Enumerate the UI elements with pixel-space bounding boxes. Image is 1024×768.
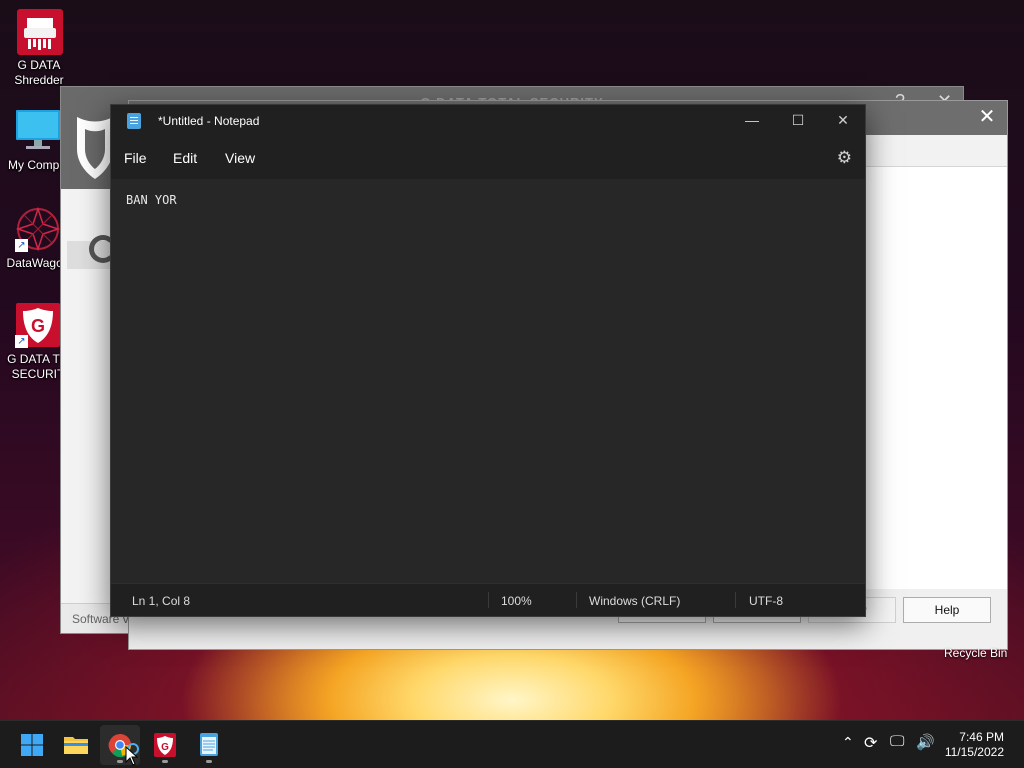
line-ending: Windows (CRLF) <box>589 594 681 608</box>
menu-file[interactable]: File <box>124 150 147 166</box>
status-separator <box>576 592 577 608</box>
clock-time: 7:46 PM <box>959 730 1004 744</box>
dialog-close-button[interactable]: ✕ <box>975 105 999 129</box>
volume-icon[interactable]: 🔊 <box>916 733 935 751</box>
notepad-window: *Untitled - Notepad — ☐ ✕ File Edit View… <box>110 104 866 617</box>
notepad-icon <box>200 733 218 756</box>
shortcut-arrow-icon: ↗ <box>15 335 28 348</box>
system-tray: ⌃ ⟳ 🖵 🔊 <box>838 721 938 768</box>
close-button[interactable]: ✕ <box>820 105 866 135</box>
editor-content: BAN YOR <box>126 193 177 207</box>
taskbar-clock[interactable]: 7:46 PM 11/15/2022 <box>945 730 1004 760</box>
show-hidden-icons-chevron-icon[interactable]: ⌃ <box>842 734 854 751</box>
gdata-sync-icon[interactable]: ⟳ <box>864 733 877 753</box>
notepad-app-icon <box>127 113 141 129</box>
gdata-shield-icon: G ↗ <box>15 302 61 348</box>
notepad-text-area[interactable]: BAN YOR <box>111 179 865 583</box>
status-separator <box>735 592 736 608</box>
taskbar: G ⌃ ⟳ 🖵 🔊 7:46 PM 11/15/2022 <box>0 720 1024 768</box>
running-indicator <box>162 760 168 763</box>
computer-icon <box>14 108 60 154</box>
menu-view[interactable]: View <box>225 150 255 166</box>
gdata-taskbar-button[interactable]: G <box>145 725 185 765</box>
notepad-menubar: File Edit View ⚙ <box>111 137 865 179</box>
zoom-level: 100% <box>501 594 532 608</box>
encoding: UTF-8 <box>749 594 783 608</box>
file-explorer-button[interactable] <box>56 725 96 765</box>
menu-edit[interactable]: Edit <box>173 150 197 166</box>
file-explorer-icon <box>64 737 88 754</box>
start-button[interactable] <box>12 725 52 765</box>
gdata-icon: G <box>154 733 176 757</box>
status-separator <box>488 592 489 608</box>
running-indicator <box>117 760 123 763</box>
mouse-pointer-icon <box>125 745 139 768</box>
gdata-logo-shield-icon <box>75 113 115 183</box>
running-indicator <box>206 760 212 763</box>
desktop-icon-label: G DATA Shredder <box>14 58 64 87</box>
notepad-titlebar[interactable]: *Untitled - Notepad — ☐ ✕ <box>111 105 865 137</box>
shredder-icon <box>16 8 63 55</box>
start-icon <box>21 734 43 756</box>
cursor-position: Ln 1, Col 8 <box>132 594 191 608</box>
network-icon[interactable]: 🖵 <box>890 733 904 750</box>
notepad-status-bar: Ln 1, Col 8 100% Windows (CRLF) UTF-8 <box>111 583 865 616</box>
svg-text:G: G <box>161 742 169 753</box>
desktop-icon-gdata-shredder[interactable]: G DATA Shredder <box>1 8 77 88</box>
notepad-title: *Untitled - Notepad <box>158 114 260 128</box>
clock-date: 11/15/2022 <box>944 745 1004 759</box>
settings-gear-icon[interactable]: ⚙ <box>837 148 852 168</box>
shortcut-arrow-icon: ↗ <box>15 239 28 252</box>
recycle-bin-label[interactable]: Recycle Bin <box>944 646 1007 660</box>
datawagon-icon: ↗ <box>15 206 61 252</box>
notepad-taskbar-button[interactable] <box>189 725 229 765</box>
svg-text:G: G <box>31 316 45 336</box>
help-button[interactable]: Help <box>903 597 991 623</box>
minimize-button[interactable]: — <box>729 105 775 135</box>
maximize-button[interactable]: ☐ <box>775 105 821 135</box>
